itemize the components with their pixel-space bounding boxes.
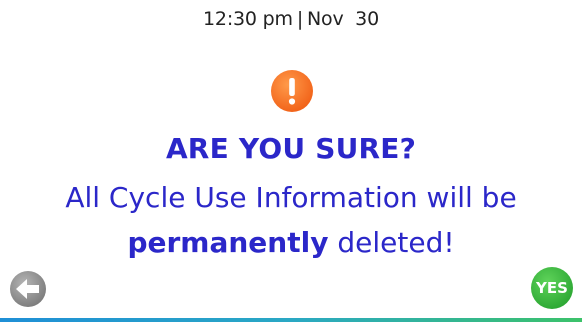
bottom-accent-bar xyxy=(0,318,582,322)
confirmation-screen: 12:30 pm | Nov 30 ARE YOU SURE? All Cycle … xyxy=(0,0,582,322)
message-emphasis: permanently xyxy=(127,226,329,259)
yes-button[interactable]: YES xyxy=(530,266,574,310)
back-button[interactable] xyxy=(9,270,47,308)
message-ending: deleted! xyxy=(328,226,455,259)
warning-exclamation-icon xyxy=(271,70,313,112)
dialog-message: All Cycle Use Information will be perman… xyxy=(0,175,582,265)
dialog-title: ARE YOU SURE? xyxy=(165,132,417,165)
yes-label: YES xyxy=(536,279,568,297)
status-separator: | xyxy=(296,8,304,30)
status-time: 12:30 pm xyxy=(203,8,293,30)
message-line-1: All Cycle Use Information will be xyxy=(65,181,517,214)
back-arrow-icon xyxy=(10,271,46,307)
status-date: Nov 30 xyxy=(307,8,379,30)
status-bar: 12:30 pm | Nov 30 xyxy=(0,8,582,30)
message-line-2: permanently deleted! xyxy=(0,220,582,265)
